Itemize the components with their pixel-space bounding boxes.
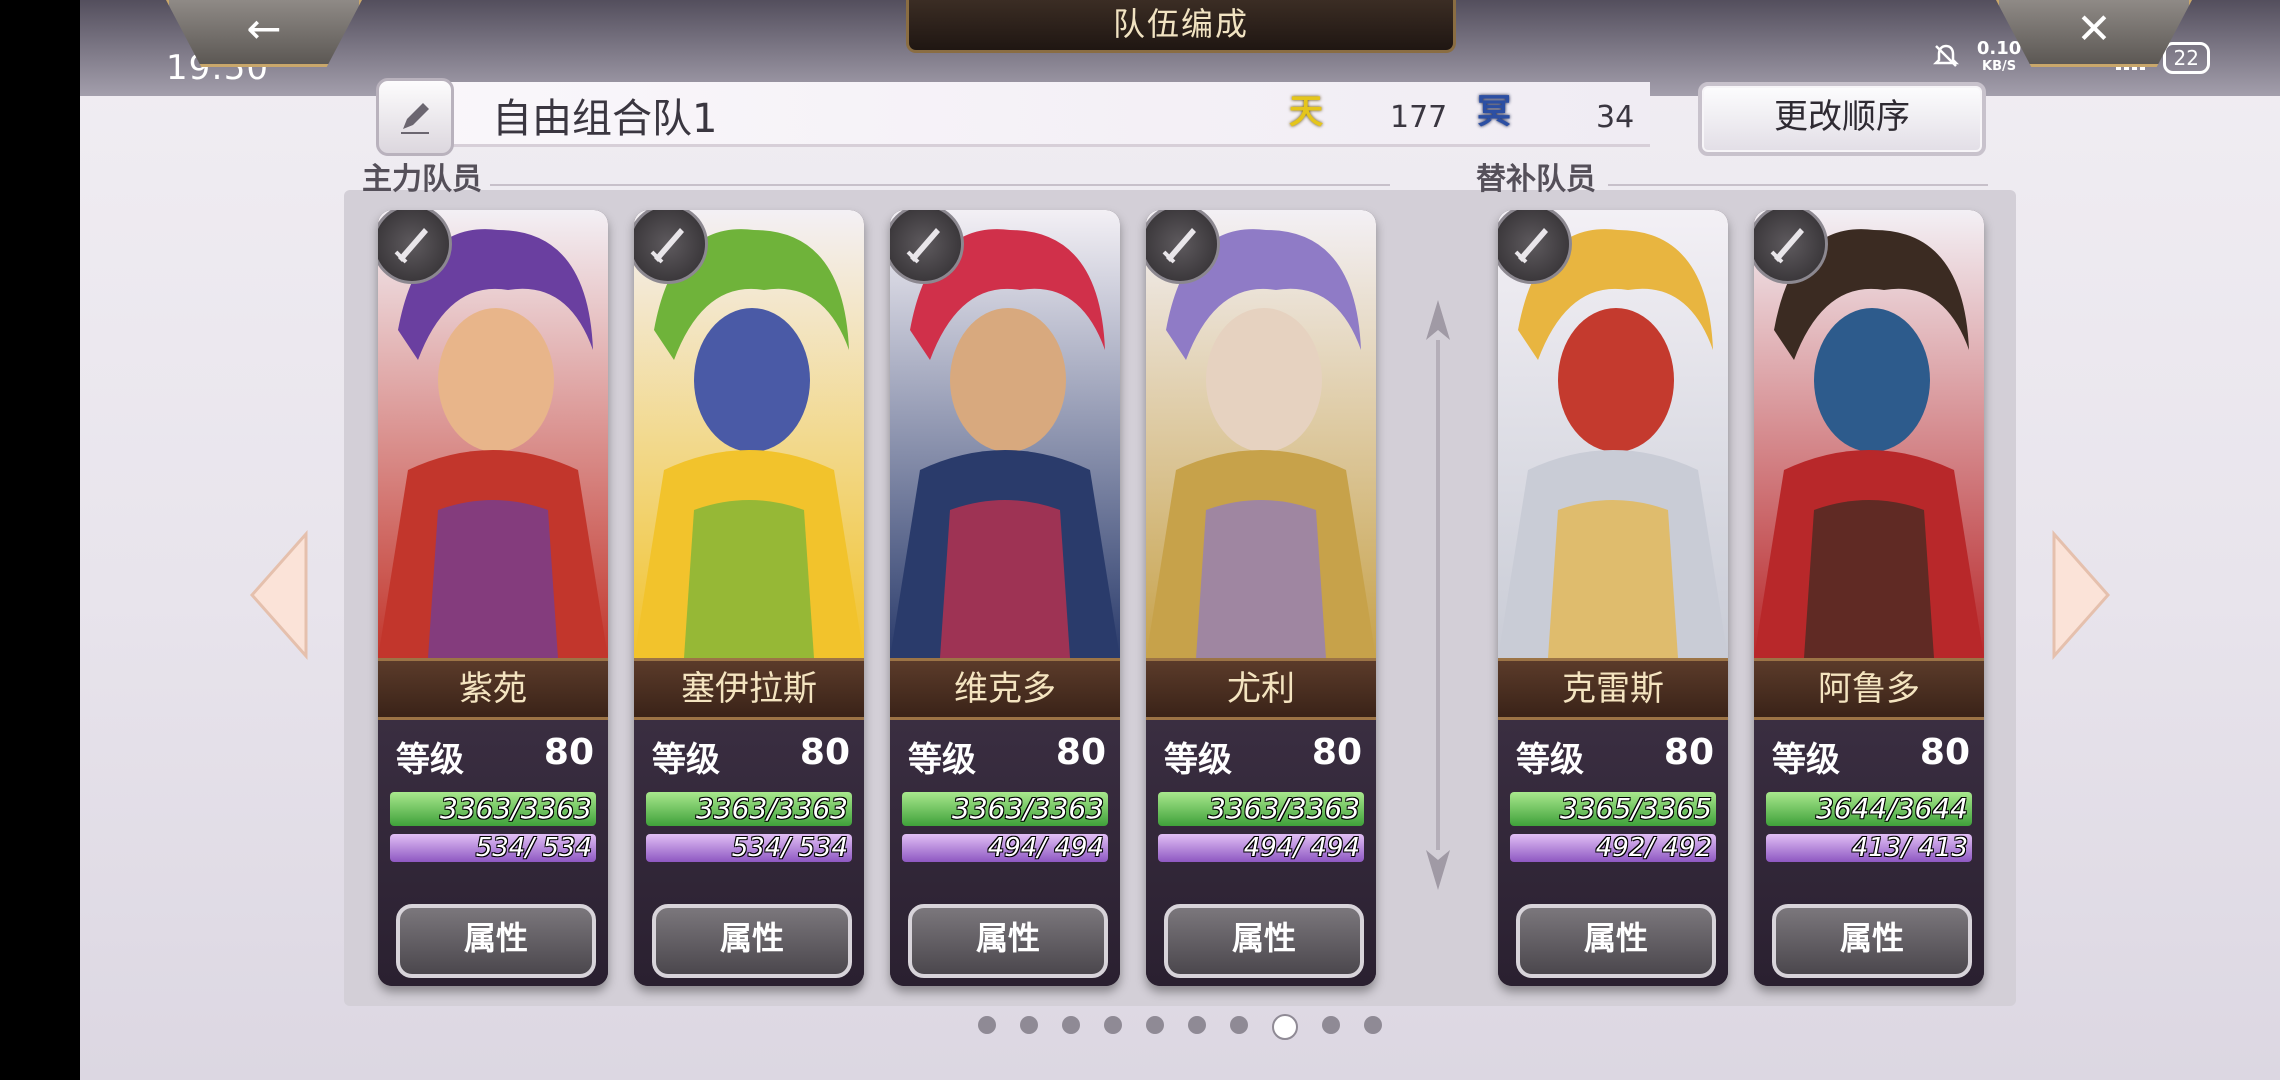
pager-dot[interactable] (1364, 1016, 1382, 1034)
level-value: 80 (799, 732, 850, 773)
sky-resource-value: 177 (1390, 100, 1448, 135)
hp-bar: 3363/3363 (646, 792, 852, 826)
level-label: 等级 (908, 740, 976, 780)
net-speed-value: 0.10 (1976, 38, 2022, 59)
attributes-button[interactable]: 属性 (908, 904, 1108, 978)
character-stats: 等级 80 3365/3365 492/ 492 属性 (1498, 720, 1728, 986)
hp-bar: 3644/3644 (1766, 792, 1972, 826)
level-label: 等级 (652, 740, 720, 780)
character-card[interactable]: 塞伊拉斯 等级 80 3363/3363 534/ 534 属性 (634, 210, 864, 986)
hp-value: 3363/3363 (696, 792, 848, 825)
battery-indicator: 22 (2162, 42, 2210, 74)
character-stats: 等级 80 3363/3363 534/ 534 属性 (378, 720, 608, 986)
mp-bar: 534/ 534 (390, 834, 596, 862)
hp-value: 3363/3363 (440, 792, 592, 825)
attributes-button[interactable]: 属性 (1516, 904, 1716, 978)
mp-bar: 413/ 413 (1766, 834, 1972, 862)
back-arrow-icon: ← (246, 4, 282, 53)
hp-bar: 3363/3363 (390, 792, 596, 826)
pager-dot[interactable] (1146, 1016, 1164, 1034)
pager-dot[interactable] (1188, 1016, 1206, 1034)
level-value: 80 (1055, 732, 1106, 773)
level-label: 等级 (1164, 740, 1232, 780)
level-value: 80 (543, 732, 594, 773)
team-divider (1426, 300, 1450, 890)
level-value: 80 (1919, 732, 1970, 773)
pager-dot[interactable] (1104, 1016, 1122, 1034)
attributes-button[interactable]: 属性 (1164, 904, 1364, 978)
pager-dot[interactable] (1230, 1016, 1248, 1034)
pager-dot[interactable] (1062, 1016, 1080, 1034)
character-card[interactable]: 维克多 等级 80 3363/3363 494/ 494 属性 (890, 210, 1120, 986)
hp-bar: 3363/3363 (1158, 792, 1364, 826)
mp-value: 494/ 494 (1243, 833, 1360, 863)
reserve-section-line (1608, 184, 1988, 186)
pager-dot[interactable] (1322, 1016, 1340, 1034)
close-icon: ✕ (2076, 4, 2112, 53)
mp-bar: 492/ 492 (1510, 834, 1716, 862)
reserve-members-label: 替补队员 (1476, 162, 1596, 197)
character-stats: 等级 80 3363/3363 534/ 534 属性 (634, 720, 864, 986)
character-name: 克雷斯 (1498, 658, 1728, 720)
character-stats: 等级 80 3363/3363 494/ 494 属性 (890, 720, 1120, 986)
sky-resource-icon: 天 (1289, 92, 1323, 132)
previous-team-arrow[interactable] (244, 530, 314, 660)
next-team-arrow[interactable] (2046, 530, 2116, 660)
dark-resource-value: 34 (1596, 100, 1635, 135)
hp-bar: 3363/3363 (902, 792, 1108, 826)
reorder-button[interactable]: 更改顺序 (1698, 82, 1986, 156)
mp-bar: 494/ 494 (1158, 834, 1364, 862)
level-value: 80 (1663, 732, 1714, 773)
mp-value: 494/ 494 (987, 833, 1104, 863)
pager-dot[interactable] (1272, 1014, 1298, 1040)
character-stats: 等级 80 3644/3644 413/ 413 属性 (1754, 720, 1984, 986)
mp-value: 413/ 413 (1851, 833, 1968, 863)
level-label: 等级 (396, 740, 464, 780)
character-name: 尤利 (1146, 658, 1376, 720)
network-speed: 0.10 KB/S (1977, 40, 2021, 76)
mp-bar: 494/ 494 (902, 834, 1108, 862)
pencil-icon (401, 103, 429, 134)
hp-value: 3363/3363 (1208, 792, 1360, 825)
character-name: 维克多 (890, 658, 1120, 720)
character-name: 阿鲁多 (1754, 658, 1984, 720)
hp-bar: 3365/3365 (1510, 792, 1716, 826)
hp-value: 3365/3365 (1560, 792, 1712, 825)
main-section-line (490, 184, 1390, 186)
mp-bar: 534/ 534 (646, 834, 852, 862)
pager-dot[interactable] (1020, 1016, 1038, 1034)
mp-value: 534/ 534 (731, 833, 848, 863)
attributes-button[interactable]: 属性 (1772, 904, 1972, 978)
team-name: 自由组合队1 (492, 96, 718, 142)
hp-value: 3644/3644 (1816, 792, 1968, 825)
character-stats: 等级 80 3363/3363 494/ 494 属性 (1146, 720, 1376, 986)
character-card[interactable]: 阿鲁多 等级 80 3644/3644 413/ 413 属性 (1754, 210, 1984, 986)
page-title: 队伍编成 (906, 0, 1456, 53)
edit-team-name-button[interactable] (376, 78, 454, 156)
character-name: 塞伊拉斯 (634, 658, 864, 720)
character-card[interactable]: 尤利 等级 80 3363/3363 494/ 494 属性 (1146, 210, 1376, 986)
attributes-button[interactable]: 属性 (396, 904, 596, 978)
attributes-button[interactable]: 属性 (652, 904, 852, 978)
main-members-label: 主力队员 (362, 162, 482, 197)
character-card[interactable]: 紫苑 等级 80 3363/3363 534/ 534 属性 (378, 210, 608, 986)
hp-value: 3363/3363 (952, 792, 1104, 825)
level-value: 80 (1311, 732, 1362, 773)
net-speed-unit: KB/S (1982, 59, 2017, 74)
mute-icon (1932, 43, 1959, 74)
character-card[interactable]: 克雷斯 等级 80 3365/3365 492/ 492 属性 (1498, 210, 1728, 986)
dark-resource-icon: 冥 (1477, 92, 1511, 132)
mp-value: 534/ 534 (475, 833, 592, 863)
level-label: 等级 (1516, 740, 1584, 780)
mp-value: 492/ 492 (1595, 833, 1712, 863)
team-pager (978, 1014, 1382, 1040)
level-label: 等级 (1772, 740, 1840, 780)
pager-dot[interactable] (978, 1016, 996, 1034)
character-name: 紫苑 (378, 658, 608, 720)
